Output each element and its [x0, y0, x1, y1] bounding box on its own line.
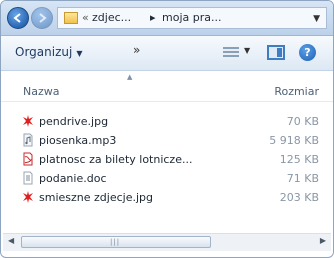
list-item[interactable]: pendrive.jpg 70 KB: [1, 113, 333, 132]
forward-button[interactable]: [31, 7, 53, 29]
breadcrumb-item[interactable]: moja pra...: [162, 11, 221, 24]
scroll-left-icon[interactable]: ◀: [8, 236, 14, 245]
breadcrumb-item[interactable]: zdjec...: [92, 11, 131, 24]
file-size: 203 KB: [279, 191, 319, 204]
chevron-down-icon: ▼: [76, 49, 83, 58]
file-name: pendrive.jpg: [39, 115, 109, 128]
help-button[interactable]: ?: [299, 44, 316, 61]
folder-icon: [64, 12, 78, 24]
preview-pane-icon[interactable]: [267, 45, 285, 60]
breadcrumb[interactable]: « zdjec... ▸ moja pra... ▼: [57, 7, 327, 29]
scroll-right-icon[interactable]: ▶: [320, 236, 326, 245]
file-name: piosenka.mp3: [39, 134, 117, 147]
file-size: 5 918 KB: [269, 134, 319, 147]
column-header-name[interactable]: Nazwa: [23, 85, 59, 98]
file-size: 70 KB: [286, 115, 319, 128]
column-headers: ▲ Nazwa Rozmiar: [1, 71, 333, 102]
file-name: platnosc za bilety lotnicze...: [39, 153, 193, 166]
file-size: 71 KB: [286, 172, 319, 185]
file-list: pendrive.jpg 70 KB piosenka.mp3 5 918 KB…: [1, 113, 333, 208]
chevron-down-icon[interactable]: ▼: [244, 46, 250, 55]
list-item[interactable]: smieszne zdjecje.jpg 203 KB: [1, 189, 333, 208]
jpg-image-icon: [23, 191, 33, 203]
file-name: podanie.doc: [39, 172, 107, 185]
chevron-down-icon[interactable]: ▼: [313, 14, 320, 24]
sort-caret-icon: ▲: [127, 73, 133, 81]
address-bar: « zdjec... ▸ moja pra... ▼: [1, 1, 333, 36]
arrow-left-icon: [13, 13, 21, 23]
doc-document-icon: [23, 171, 33, 185]
more-commands-button[interactable]: »: [133, 43, 140, 57]
view-options-icon[interactable]: [223, 47, 239, 59]
organize-label: Organizuj: [15, 45, 73, 59]
pdf-document-icon: [23, 152, 33, 166]
file-size: 125 KB: [279, 153, 319, 166]
back-button[interactable]: [7, 7, 29, 29]
horizontal-scrollbar[interactable]: ◀ ||| ▶: [3, 233, 331, 251]
breadcrumb-overflow[interactable]: «: [82, 11, 89, 24]
explorer-window: « zdjec... ▸ moja pra... ▼ Organizuj ▼ » …: [0, 0, 334, 258]
breadcrumb-separator-icon[interactable]: ▸: [150, 11, 156, 24]
list-item[interactable]: podanie.doc 71 KB: [1, 170, 333, 189]
organize-button[interactable]: Organizuj ▼: [15, 45, 82, 59]
column-header-size[interactable]: Rozmiar: [274, 85, 319, 98]
scrollbar-thumb[interactable]: |||: [21, 236, 211, 248]
jpg-image-icon: [23, 115, 33, 127]
list-item[interactable]: piosenka.mp3 5 918 KB: [1, 132, 333, 151]
list-item[interactable]: platnosc za bilety lotnicze... 125 KB: [1, 151, 333, 170]
grip-icon: |||: [110, 238, 121, 246]
mp3-audio-icon: [23, 133, 33, 147]
command-bar: Organizuj ▼ » ▼ ?: [1, 36, 333, 71]
arrow-right-icon: [39, 13, 47, 23]
file-name: smieszne zdjecje.jpg: [39, 191, 153, 204]
